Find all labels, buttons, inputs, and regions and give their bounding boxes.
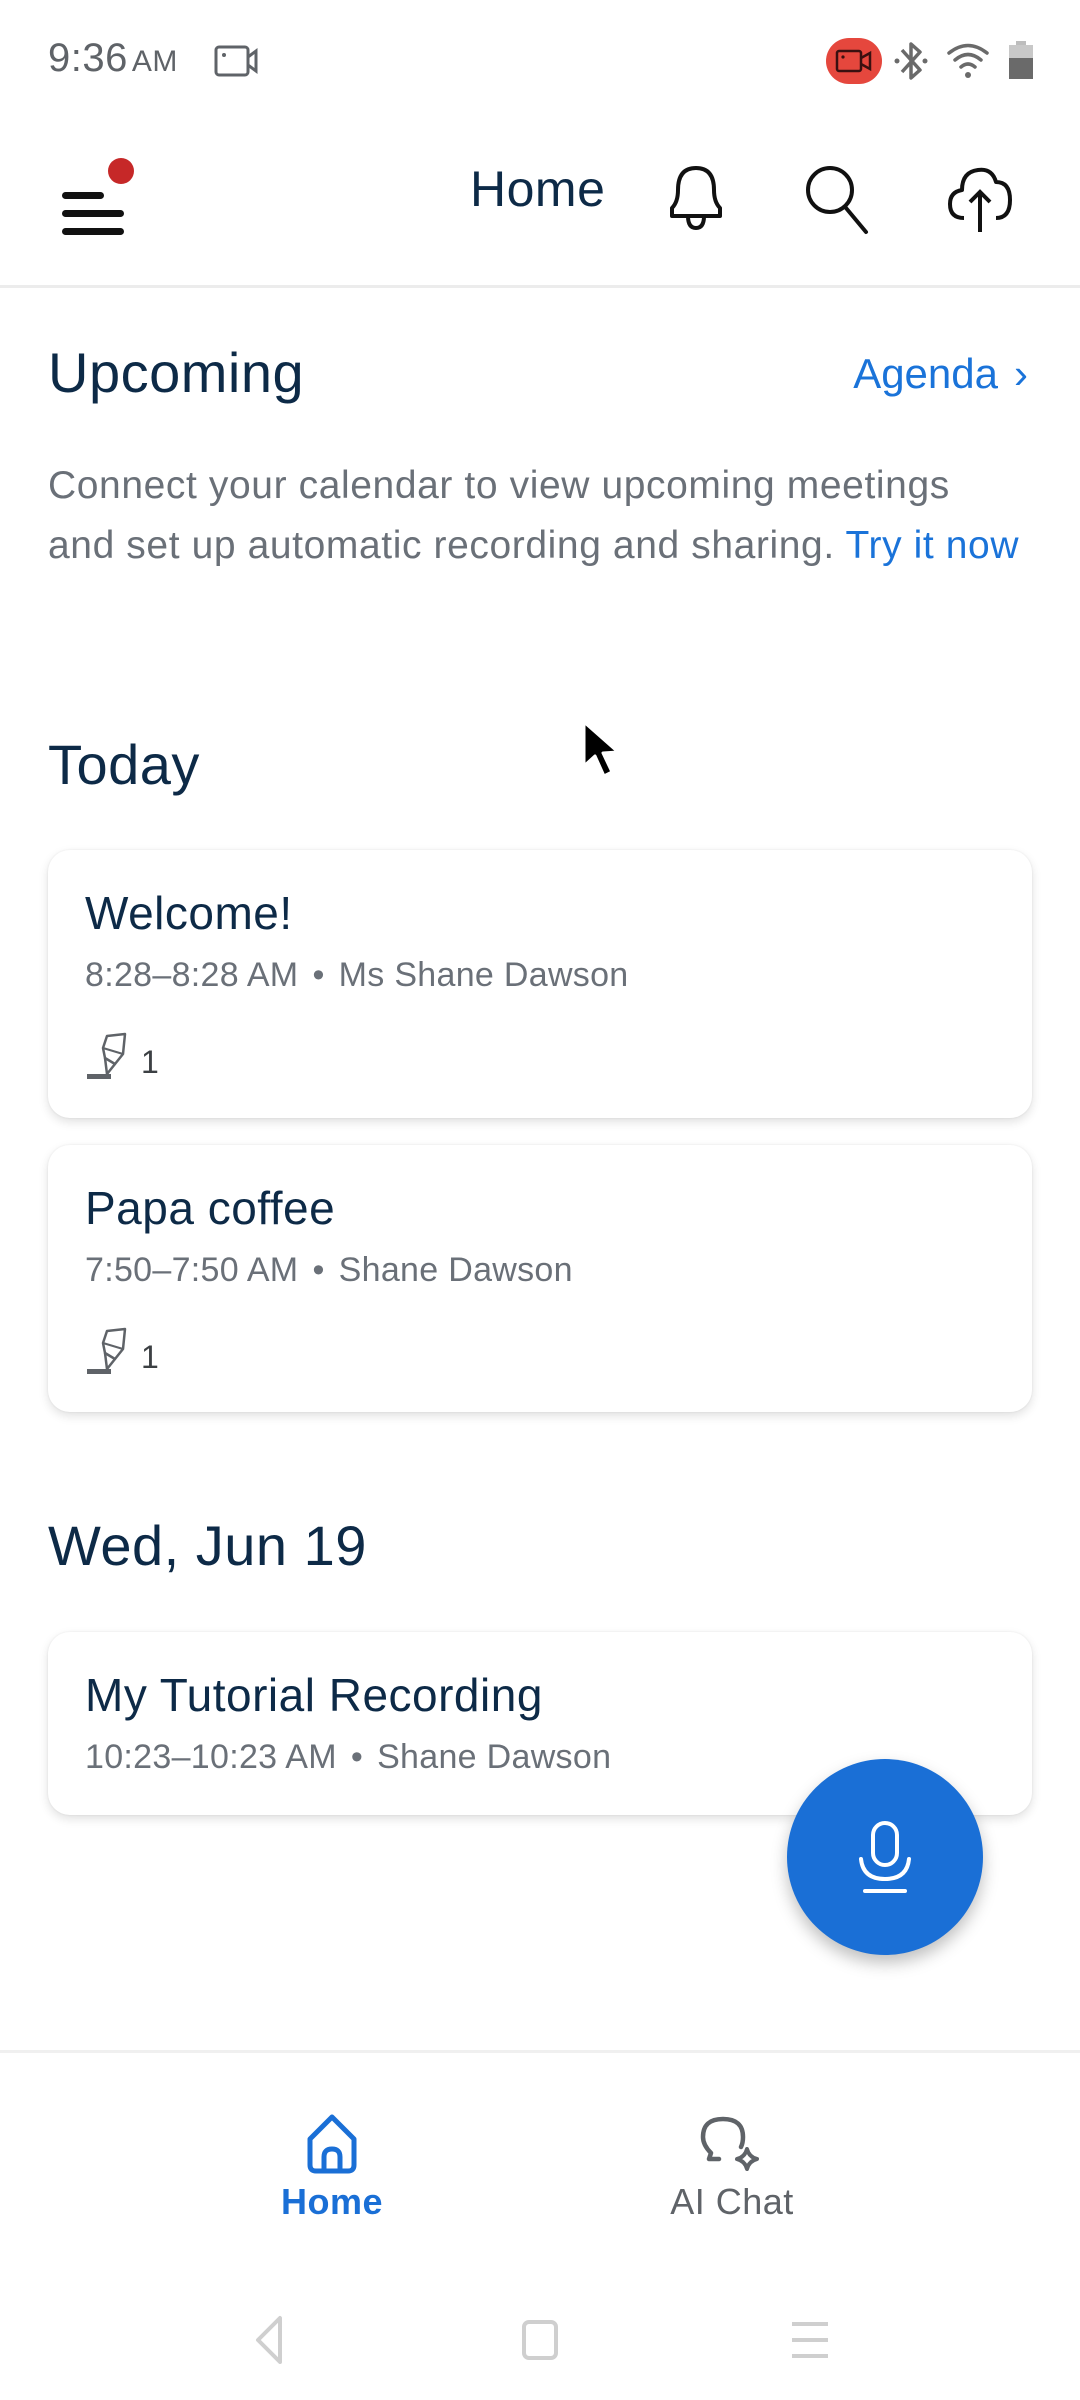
recording-indicator bbox=[826, 38, 882, 84]
nav-item-home[interactable]: Home bbox=[212, 2113, 452, 2243]
highlights-number: 1 bbox=[141, 1339, 159, 1375]
bell-icon[interactable] bbox=[660, 158, 732, 238]
recording-meta: 8:28–8:28 AM • Ms Shane Dawson bbox=[85, 956, 629, 995]
home-square-icon[interactable] bbox=[510, 2310, 570, 2370]
recording-meta: 7:50–7:50 AM • Shane Dawson bbox=[85, 1251, 573, 1290]
recording-time: 10:23–10:23 AM bbox=[85, 1738, 337, 1776]
recording-card[interactable]: Welcome! 8:28–8:28 AM • Ms Shane Dawson 1 bbox=[48, 850, 1032, 1118]
recording-time: 7:50–7:50 AM bbox=[85, 1251, 299, 1289]
recording-owner: Shane Dawson bbox=[377, 1738, 612, 1776]
recents-icon[interactable] bbox=[780, 2310, 840, 2370]
nav-item-ai-chat[interactable]: AI Chat bbox=[612, 2113, 852, 2243]
meta-separator: • bbox=[350, 1738, 364, 1776]
upcoming-description-text: Connect your calendar to view upcoming m… bbox=[48, 464, 950, 567]
app-header: Home bbox=[0, 120, 1080, 288]
status-time-ampm: AM bbox=[131, 45, 178, 78]
menu-line bbox=[62, 210, 124, 217]
recording-meta: 10:23–10:23 AM • Shane Dawson bbox=[85, 1738, 611, 1777]
section-title-today: Today bbox=[48, 733, 200, 796]
recording-title: Papa coffee bbox=[85, 1182, 336, 1234]
home-icon bbox=[307, 2114, 357, 2174]
ai-chat-icon bbox=[700, 2116, 759, 2171]
recording-owner: Ms Shane Dawson bbox=[338, 956, 629, 994]
agenda-label: Agenda bbox=[853, 350, 998, 397]
recording-title: Welcome! bbox=[85, 887, 293, 939]
recording-title: My Tutorial Recording bbox=[85, 1669, 543, 1721]
status-time-value: 9:36 bbox=[48, 36, 128, 80]
recording-owner: Shane Dawson bbox=[338, 1251, 573, 1289]
highlights-number: 1 bbox=[141, 1044, 159, 1080]
menu-line bbox=[62, 228, 124, 235]
upcoming-description: Connect your calendar to view upcoming m… bbox=[48, 456, 1028, 576]
status-bar: 9:36 AM bbox=[0, 0, 1080, 120]
status-time: 9:36 AM bbox=[48, 36, 178, 81]
menu-notification-dot bbox=[108, 158, 134, 184]
meta-separator: • bbox=[312, 1251, 325, 1289]
section-title-date: Wed, Jun 19 bbox=[48, 1514, 367, 1577]
bottom-nav: Home AI Chat bbox=[0, 2050, 1080, 2260]
recording-card[interactable]: Papa coffee 7:50–7:50 AM • Shane Dawson 1 bbox=[48, 1145, 1032, 1412]
try-it-now-link[interactable]: Try it now bbox=[846, 524, 1020, 567]
highlights-count: 1 bbox=[85, 1325, 159, 1377]
menu-button[interactable] bbox=[48, 158, 148, 248]
upcoming-title: Upcoming bbox=[48, 341, 305, 404]
page-title: Home bbox=[470, 161, 606, 217]
system-nav-bar bbox=[0, 2280, 1080, 2400]
search-icon[interactable] bbox=[800, 158, 872, 238]
highlights-count: 1 bbox=[85, 1030, 159, 1082]
nav-label-ai-chat: AI Chat bbox=[670, 2181, 794, 2222]
bluetooth-icon bbox=[894, 42, 928, 80]
nav-label-home: Home bbox=[280, 2181, 384, 2222]
menu-line bbox=[62, 192, 104, 199]
agenda-link[interactable]: Agenda › bbox=[853, 350, 1028, 398]
highlighter-icon bbox=[87, 1327, 127, 1374]
battery-icon bbox=[1009, 41, 1033, 79]
cloud-upload-icon[interactable] bbox=[944, 158, 1016, 238]
highlighter-icon bbox=[87, 1032, 127, 1079]
wifi-icon bbox=[947, 43, 989, 78]
chevron-right-icon: › bbox=[1014, 350, 1028, 397]
microphone-icon bbox=[859, 1821, 911, 1893]
recording-camera-icon bbox=[835, 49, 872, 73]
mouse-cursor-icon bbox=[582, 720, 620, 778]
screen-record-icon bbox=[214, 45, 258, 77]
record-fab[interactable] bbox=[787, 1759, 983, 1955]
back-icon[interactable] bbox=[238, 2310, 298, 2370]
meta-separator: • bbox=[312, 956, 325, 994]
recording-time: 8:28–8:28 AM bbox=[85, 956, 299, 994]
